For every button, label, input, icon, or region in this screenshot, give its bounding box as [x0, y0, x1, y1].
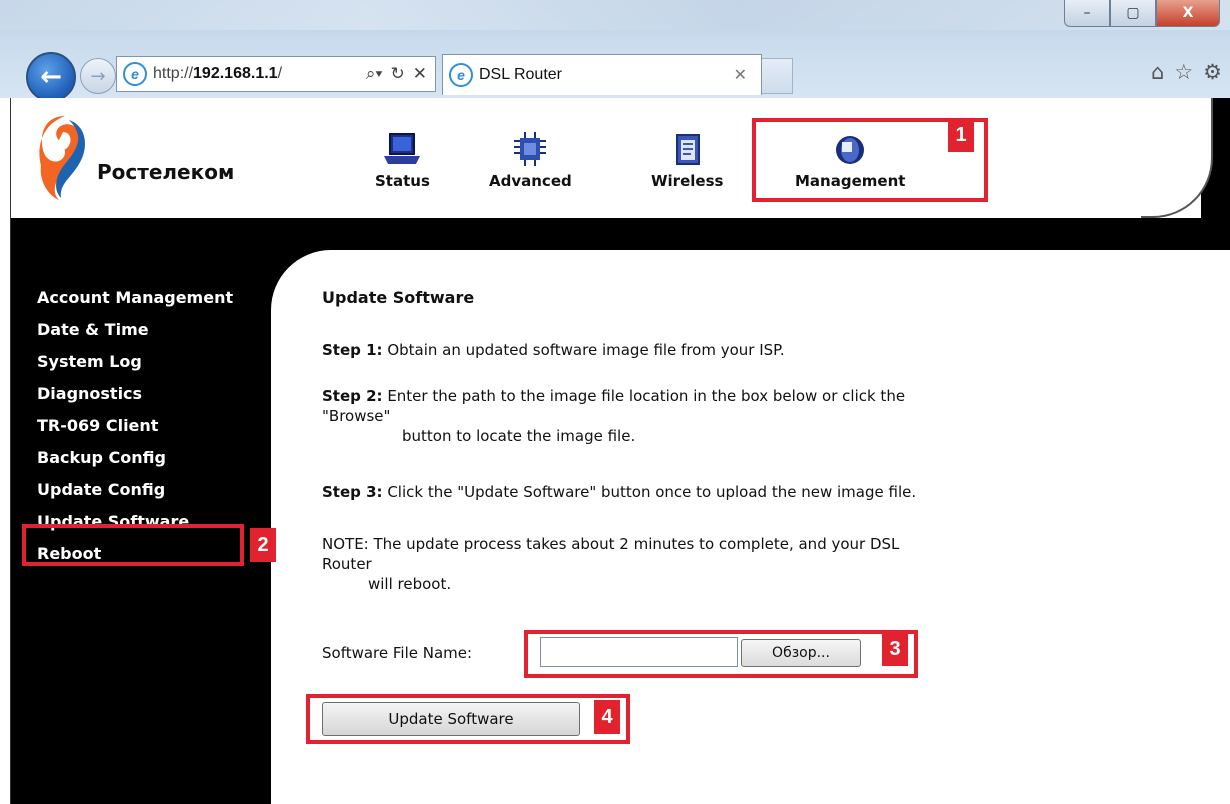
- ie-page-icon: e: [123, 62, 147, 86]
- step-3-text: Click the "Update Software" button once …: [382, 483, 917, 501]
- step-1-label: Step 1:: [322, 341, 383, 359]
- callout-1-number: 1: [948, 118, 974, 152]
- forward-arrow-icon: →: [90, 65, 106, 87]
- tab-dsl-router[interactable]: e DSL Router ✕: [442, 54, 762, 95]
- back-button[interactable]: ←: [26, 52, 76, 102]
- step-1: Step 1: Obtain an updated software image…: [322, 340, 1162, 360]
- nav-status-label: Status: [375, 172, 430, 190]
- note-line1: NOTE: The update process takes about 2 m…: [322, 535, 900, 553]
- nav-advanced[interactable]: Advanced: [489, 132, 572, 190]
- step-2-line3: button to locate the image file.: [402, 427, 636, 445]
- url-suffix: /: [277, 65, 283, 82]
- router-header: Ростелеком Status Advanced Wireless Mana…: [11, 98, 1230, 218]
- page-title: Update Software: [322, 288, 475, 307]
- home-icon[interactable]: ⌂: [1151, 60, 1164, 84]
- refresh-icon[interactable]: ↻: [391, 64, 405, 84]
- url-host: 192.168.1.1: [193, 65, 278, 82]
- address-tools: ⌕▾ ↻ ✕: [366, 64, 435, 84]
- callout-4-number: 4: [594, 700, 620, 734]
- nav-wireless[interactable]: Wireless: [651, 132, 723, 190]
- note-line2: Router: [322, 555, 372, 573]
- step-1-text: Obtain an updated software image file fr…: [382, 341, 785, 359]
- sidebar-item-update-config[interactable]: Update Config: [37, 480, 277, 500]
- callout-4-box: [306, 694, 630, 744]
- close-button[interactable]: X: [1156, 0, 1220, 27]
- stop-icon[interactable]: ✕: [413, 64, 427, 84]
- step-3: Step 3: Click the "Update Software" butt…: [322, 482, 1162, 502]
- clipboard-icon: [676, 134, 701, 165]
- ie-tab-icon: e: [449, 63, 473, 87]
- callout-3-box: [524, 630, 918, 678]
- step-2-label: Step 2:: [322, 387, 383, 405]
- step-2-text: Enter the path to the image file locatio…: [382, 387, 906, 405]
- sidebar-item-system-log[interactable]: System Log: [37, 352, 277, 372]
- callout-3-number: 3: [882, 632, 908, 666]
- callout-2-number: 2: [250, 528, 276, 562]
- sidebar-item-tr069-client[interactable]: TR-069 Client: [37, 416, 277, 436]
- step-3-label: Step 3:: [322, 483, 383, 501]
- sidebar-item-account-management[interactable]: Account Management: [37, 288, 237, 308]
- close-tab-icon[interactable]: ✕: [734, 65, 747, 85]
- browser-chrome: – ▢ X ← → e http://192.168.1.1/ ⌕▾ ↻ ✕ e…: [0, 0, 1230, 102]
- file-name-label: Software File Name:: [322, 644, 473, 662]
- laptop-icon: [384, 133, 421, 164]
- gear-icon[interactable]: ⚙: [1203, 60, 1222, 84]
- sidebar-item-date-time[interactable]: Date & Time: [37, 320, 277, 340]
- search-icon[interactable]: ⌕▾: [366, 64, 383, 84]
- title-bar: [0, 0, 1230, 30]
- step-2: Step 2: Enter the path to the image file…: [322, 386, 1162, 446]
- sidebar-item-backup-config[interactable]: Backup Config: [37, 448, 277, 468]
- rostelecom-logo-icon: [39, 116, 85, 200]
- sidebar-item-diagnostics[interactable]: Diagnostics: [37, 384, 277, 404]
- logo-text: Ростелеком: [97, 160, 235, 184]
- callout-2-box: [22, 524, 244, 566]
- maximize-button[interactable]: ▢: [1110, 0, 1156, 27]
- back-arrow-icon: ←: [40, 62, 62, 92]
- tab-title: DSL Router: [479, 66, 562, 83]
- minimize-button[interactable]: –: [1064, 0, 1110, 27]
- step-2-line2: "Browse": [322, 407, 391, 425]
- nav-advanced-label: Advanced: [489, 172, 572, 190]
- chip-icon: [514, 132, 547, 166]
- url-prefix: http://: [153, 65, 194, 82]
- favorites-star-icon[interactable]: ☆: [1174, 60, 1193, 84]
- forward-button[interactable]: →: [80, 58, 116, 94]
- nav-status[interactable]: Status: [375, 132, 430, 190]
- window-controls: – ▢ X: [1064, 0, 1220, 27]
- note: NOTE: The update process takes about 2 m…: [322, 534, 1162, 594]
- new-tab-button[interactable]: [762, 58, 793, 94]
- note-line3: will reboot.: [368, 575, 452, 593]
- address-bar[interactable]: e http://192.168.1.1/ ⌕▾ ↻ ✕: [116, 56, 436, 92]
- nav-wireless-label: Wireless: [651, 172, 724, 190]
- toolbar-right: ⌂ ☆ ⚙: [1151, 60, 1222, 84]
